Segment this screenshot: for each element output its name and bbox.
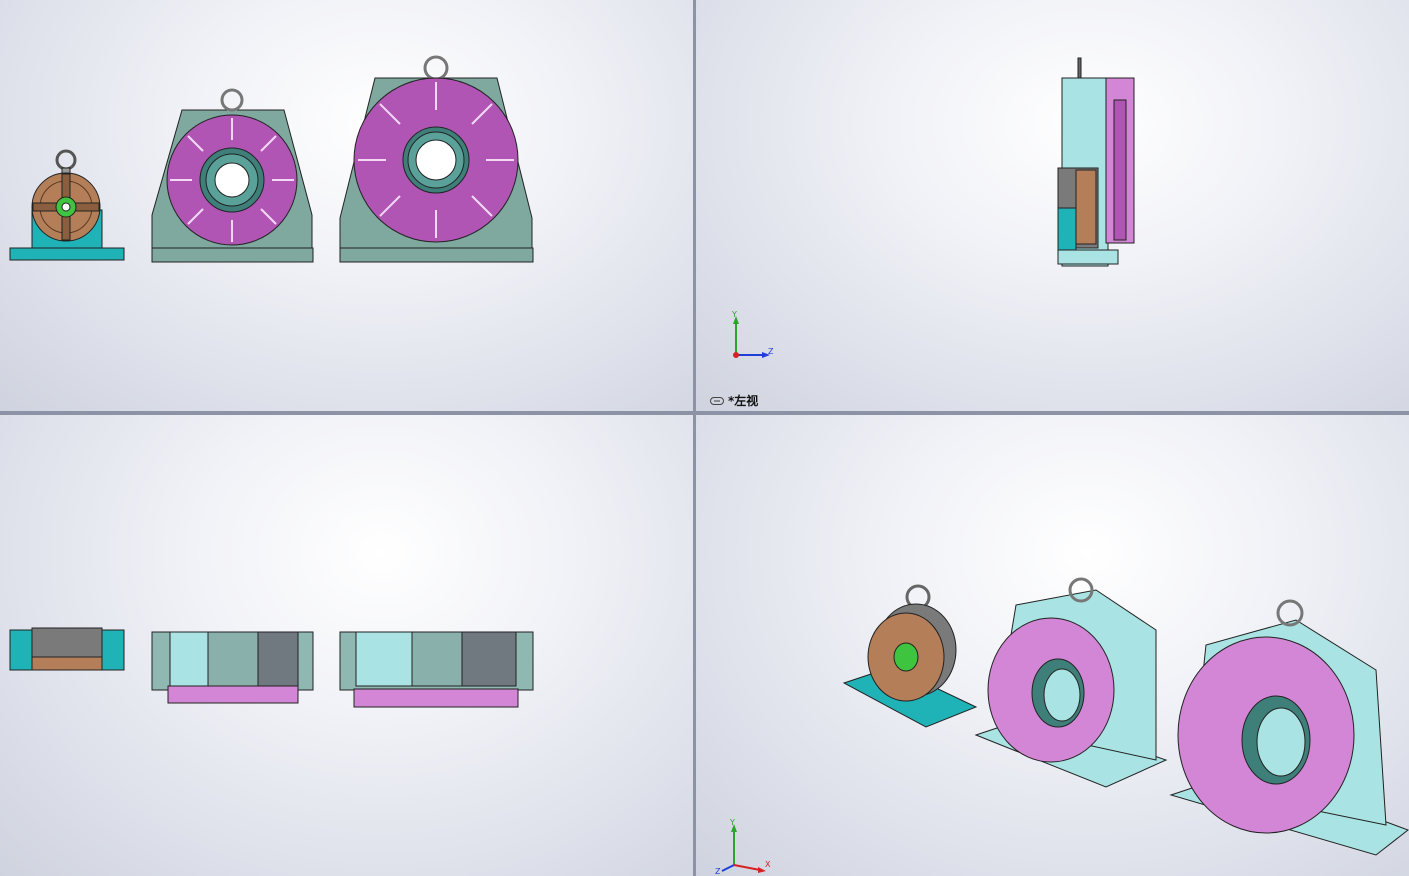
large-fixture-top: [339, 631, 534, 708]
medium-fixture-front: [151, 88, 314, 263]
viewport-splitter-horizontal[interactable]: [0, 411, 1409, 415]
viewport-splitter-vertical[interactable]: [693, 0, 696, 876]
viewport-isometric[interactable]: Y X Z: [696, 415, 1409, 876]
view-name-text: *左视: [728, 394, 759, 408]
viewport-left-view[interactable]: Y Z *左视: [696, 0, 1409, 411]
triad-iso-y-label: Y: [729, 818, 735, 827]
link-view-icon: [710, 396, 724, 405]
large-fixture-front: [339, 55, 534, 263]
left-view-graphics: Y Z: [731, 57, 1135, 358]
medium-fixture-iso: [974, 577, 1168, 788]
fixtures-side-view: [1057, 57, 1135, 267]
large-fixture-iso: [1169, 599, 1409, 856]
medium-fixture-top: [151, 631, 314, 704]
small-fixture-front: [9, 149, 125, 261]
small-fixture-iso: [842, 584, 978, 728]
triad-iso-x-label: X: [765, 860, 771, 869]
viewport-front[interactable]: [0, 0, 693, 411]
viewport-top[interactable]: [0, 415, 693, 876]
orientation-triad: [733, 316, 770, 358]
front-view-graphics: [9, 55, 534, 263]
triad-z-label: Z: [768, 347, 774, 356]
view-name-label: *左视: [710, 392, 758, 409]
orientation-triad-iso: [721, 824, 766, 873]
triad-iso-z-label: Z: [715, 867, 721, 876]
isometric-view-graphics: Y X Z: [715, 577, 1409, 876]
triad-y-label: Y: [731, 310, 737, 319]
small-fixture-top: [9, 627, 125, 671]
top-view-graphics: [9, 627, 534, 708]
